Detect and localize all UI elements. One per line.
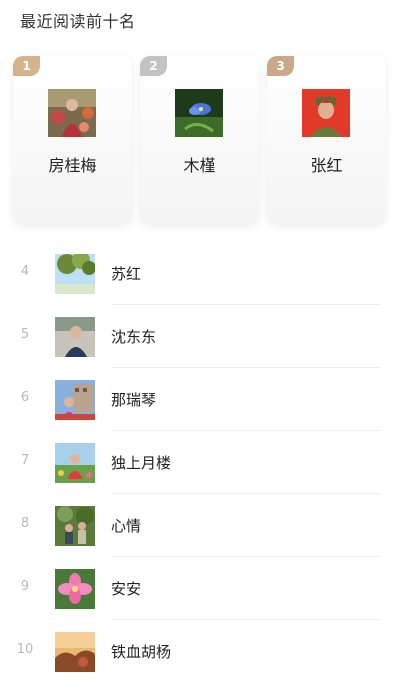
rank-badge: 1	[13, 56, 40, 76]
list-item[interactable]: 5 沈东东	[0, 305, 400, 368]
list-item[interactable]: 4 苏红	[0, 242, 400, 305]
avatar	[175, 89, 223, 137]
rank-number: 4	[20, 264, 30, 279]
list-item[interactable]: 7 独上月楼	[0, 431, 400, 494]
list-item[interactable]: 8 心情	[0, 494, 400, 557]
rank-number: 7	[20, 453, 30, 468]
top-reader-card-2[interactable]: 2 木槿	[140, 56, 259, 224]
rank-badge: 3	[267, 56, 294, 76]
rank-number: 9	[20, 579, 30, 594]
avatar	[48, 89, 96, 137]
avatar	[302, 89, 350, 137]
reader-name: 心情	[111, 517, 142, 535]
top-three-podium: 1 房桂梅 2 木槿 3 张红	[13, 56, 387, 224]
reader-name: 苏红	[111, 265, 142, 283]
rank-number: 6	[20, 390, 30, 405]
list-item[interactable]: 10 铁血胡杨	[0, 620, 400, 683]
avatar	[55, 317, 95, 357]
avatar	[55, 506, 95, 546]
top-reader-card-3[interactable]: 3 张红	[267, 56, 386, 224]
rank-number: 5	[20, 327, 30, 342]
avatar	[55, 380, 95, 420]
reader-name: 铁血胡杨	[111, 643, 172, 661]
top-reader-card-1[interactable]: 1 房桂梅	[13, 56, 132, 224]
rank-number: 10	[16, 642, 34, 657]
reader-name: 张红	[310, 156, 343, 175]
list-item[interactable]: 9 安安	[0, 557, 400, 620]
page-title: 最近阅读前十名	[20, 12, 136, 31]
avatar	[55, 443, 95, 483]
reader-name: 沈东东	[111, 328, 157, 346]
list-item[interactable]: 6 那瑞琴	[0, 368, 400, 431]
reader-name: 那瑞琴	[111, 391, 157, 409]
avatar	[55, 569, 95, 609]
reader-name: 房桂梅	[48, 156, 97, 175]
reader-name: 木槿	[183, 156, 216, 175]
rank-badge: 2	[140, 56, 167, 76]
avatar	[55, 254, 95, 294]
reader-name: 独上月楼	[111, 454, 172, 472]
reader-name: 安安	[111, 580, 142, 598]
rank-number: 8	[20, 516, 30, 531]
avatar	[55, 632, 95, 672]
